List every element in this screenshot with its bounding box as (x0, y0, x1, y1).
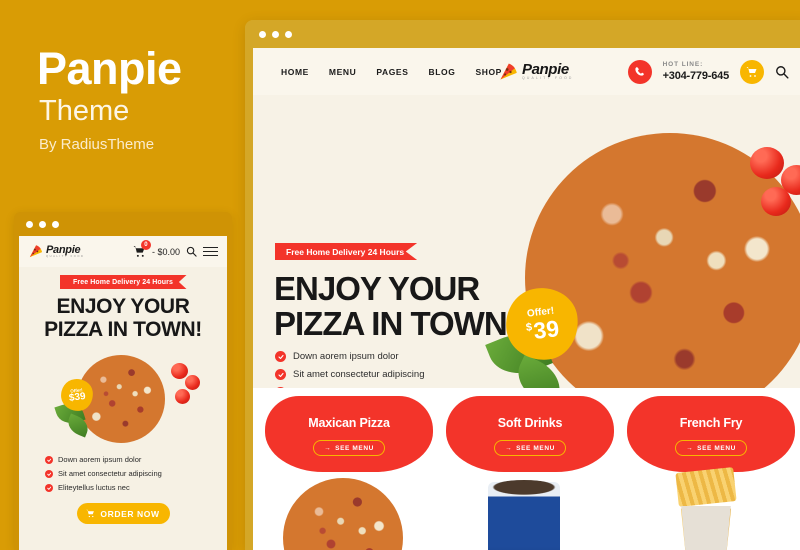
window-dot-close[interactable] (26, 220, 33, 228)
category-cards: Maxican Pizza → SEE MENU Soft Drinks → S… (253, 388, 800, 550)
category-card-image (446, 454, 614, 550)
hotline-label: HOT LINE: (662, 61, 704, 68)
offer-amount: 39 (531, 314, 561, 344)
site-logo-tagline: QUALITY FOOD (522, 76, 574, 81)
category-card-soft-drinks[interactable]: Soft Drinks → SEE MENU (446, 396, 614, 550)
list-item-label: Sit amet consectetur adipiscing (58, 469, 162, 479)
desktop-screen: HOME MENU PAGES BLOG SHOP Panpie QUALITY… (253, 48, 800, 550)
cart-icon[interactable] (740, 59, 764, 84)
site-header: HOME MENU PAGES BLOG SHOP Panpie QUALITY… (253, 48, 800, 95)
promo-subtitle: Theme (39, 95, 130, 127)
mobile-hero: Free Home Delivery 24 Hours ENJOY YOUR P… (19, 267, 227, 550)
list-item: Down aorem ipsum dolor (45, 455, 227, 464)
category-card-title: French Fry (679, 416, 743, 430)
list-item-label: Down aorem ipsum dolor (293, 351, 399, 362)
window-dot-close[interactable] (259, 30, 266, 38)
cart-icon (86, 510, 95, 518)
list-item: Sit amet consectetur adipiscing (275, 369, 424, 380)
list-item: Eliteytellus luctus nec (45, 483, 227, 492)
search-icon[interactable] (775, 65, 789, 79)
phone-icon[interactable] (627, 59, 652, 84)
arrow-right-icon: → (324, 444, 332, 452)
mobile-header: Panpie QUALITY FOOD 0 - $0.00 (19, 236, 227, 267)
site-logo[interactable]: Panpie QUALITY FOOD (498, 62, 574, 82)
desktop-mockup: HOME MENU PAGES BLOG SHOP Panpie QUALITY… (245, 20, 800, 550)
tomato-icon (750, 147, 784, 179)
check-icon (45, 455, 53, 464)
mobile-order-now-label: ORDER NOW (100, 508, 160, 519)
nav-item-home[interactable]: HOME (281, 67, 309, 77)
mobile-cart-total: - $0.00 (151, 246, 180, 257)
list-item-label: Eliteytellus luctus nec (58, 483, 130, 493)
tomato-icon (171, 363, 188, 380)
mobile-delivery-ribbon: Free Home Delivery 24 Hours (59, 275, 187, 289)
mobile-hero-heading: ENJOY YOUR PIZZA IN TOWN! (19, 295, 227, 341)
list-item: Sit amet consectetur adipiscing (45, 469, 227, 478)
list-item-label: Down aorem ipsum dolor (58, 455, 142, 465)
mobile-order-now-button[interactable]: ORDER NOW (76, 503, 170, 525)
category-card-maxican-pizza[interactable]: Maxican Pizza → SEE MENU (265, 396, 433, 550)
check-icon (275, 369, 286, 380)
promo-title: Panpie (37, 43, 182, 94)
check-icon (45, 469, 53, 478)
window-dot-maximize[interactable] (52, 220, 59, 228)
category-card-title: Maxican Pizza (308, 416, 390, 430)
tomato-icon (185, 375, 200, 391)
pizza-slice-logo-icon (28, 244, 43, 259)
window-dot-maximize[interactable] (285, 30, 292, 38)
mobile-search-icon[interactable] (186, 246, 197, 257)
mobile-titlebar (14, 212, 232, 236)
see-menu-label: SEE MENU (516, 444, 555, 452)
category-card-french-fry[interactable]: French Fry → SEE MENU (627, 396, 795, 550)
hotline-block: HOT LINE: +304-779-645 (662, 61, 730, 82)
mobile-cart-count-badge: 0 (140, 240, 151, 250)
check-icon (275, 351, 286, 362)
mobile-hero-image: Offer! $39 (19, 345, 227, 450)
mobile-logo[interactable]: Panpie QUALITY FOOD (28, 244, 84, 259)
mobile-cart-button[interactable]: 0 (133, 240, 151, 258)
hotline-number[interactable]: +304-779-645 (663, 70, 730, 82)
hero-heading: ENJOY YOUR PIZZA IN TOWN! (274, 270, 518, 343)
nav-item-blog[interactable]: BLOG (428, 67, 455, 77)
window-dot-minimize[interactable] (272, 30, 279, 38)
nav-item-menu[interactable]: MENU (329, 67, 356, 77)
window-dots (259, 30, 292, 38)
mobile-header-actions: 0 - $0.00 (133, 240, 218, 258)
tomato-icon (175, 389, 190, 405)
desktop-titlebar (245, 20, 800, 48)
check-icon (45, 483, 53, 492)
mobile-logo-tagline: QUALITY FOOD (46, 254, 85, 258)
pizza-slice-logo-icon (498, 62, 518, 82)
nav-item-pages[interactable]: PAGES (376, 67, 408, 77)
header-actions: HOT LINE: +304-779-645 (627, 59, 789, 84)
category-card-title: Soft Drinks (497, 416, 563, 430)
site-logo-text: Panpie (522, 61, 569, 79)
see-menu-label: SEE MENU (335, 444, 374, 452)
mobile-heading-line2: PIZZA IN TOWN! (44, 317, 202, 341)
promo-author: By RadiusTheme (39, 136, 155, 153)
mobile-menu-button[interactable] (203, 246, 218, 257)
main-navigation: HOME MENU PAGES BLOG SHOP (281, 67, 502, 77)
arrow-right-icon: → (505, 444, 513, 452)
mobile-heading-line1: ENJOY YOUR (56, 295, 190, 318)
hero-heading-line1: ENJOY YOUR (274, 270, 480, 307)
hero-section: Free Home Delivery 24 Hours ENJOY YOUR P… (253, 95, 800, 435)
tomato-icon (761, 187, 791, 216)
category-card-image (627, 454, 795, 550)
arrow-right-icon: → (686, 444, 694, 452)
delivery-ribbon: Free Home Delivery 24 Hours (275, 243, 418, 260)
mobile-mockup: Panpie QUALITY FOOD 0 - $0.00 Free Home … (14, 212, 232, 550)
offer-price: $39 (525, 314, 561, 344)
list-item-label: Sit amet consectetur adipiscing (293, 369, 425, 380)
mobile-offer-price: $39 (68, 390, 87, 404)
category-card-image (265, 454, 433, 550)
hero-heading-line2: PIZZA IN TOWN! (274, 305, 518, 343)
window-dots (26, 220, 59, 228)
see-menu-label: SEE MENU (697, 444, 736, 452)
mobile-screen: Panpie QUALITY FOOD 0 - $0.00 Free Home … (19, 236, 227, 550)
mobile-feature-list: Down aorem ipsum dolor Sit amet consecte… (45, 455, 227, 492)
window-dot-minimize[interactable] (39, 220, 46, 228)
list-item: Down aorem ipsum dolor (275, 351, 424, 362)
